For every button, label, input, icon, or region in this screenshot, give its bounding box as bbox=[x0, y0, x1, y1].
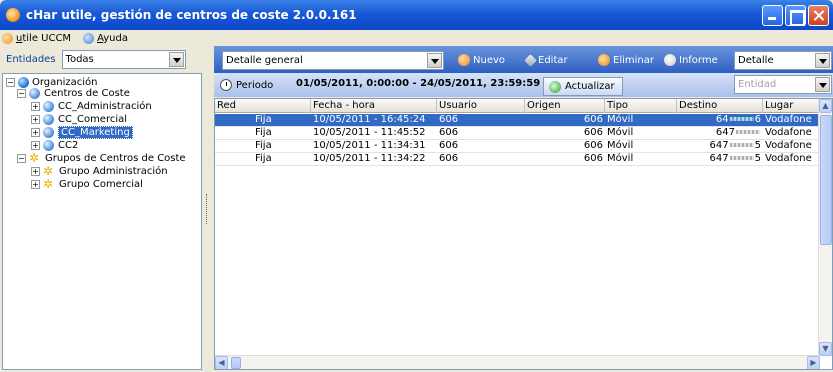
scroll-down-icon[interactable]: ▼ bbox=[819, 342, 832, 356]
entities-filter-select[interactable]: Todas bbox=[61, 50, 186, 69]
panel-splitter[interactable] bbox=[204, 46, 210, 370]
window-controls bbox=[762, 5, 829, 26]
clock-icon bbox=[220, 79, 232, 91]
period-range: 01/05/2011, 0:00:00 - 24/05/2011, 23:59:… bbox=[296, 78, 541, 89]
add-icon bbox=[458, 54, 470, 66]
expand-icon[interactable]: + bbox=[31, 115, 40, 124]
tree-node-cc[interactable]: + CC2 bbox=[31, 140, 78, 151]
collapse-icon[interactable]: − bbox=[6, 78, 15, 87]
maximize-button[interactable] bbox=[785, 5, 806, 26]
tree-node-cc[interactable]: + CC_Administración bbox=[31, 101, 152, 112]
tree-node-cost-centers[interactable]: − Centros de Coste bbox=[17, 88, 130, 99]
chevron-down-icon[interactable] bbox=[815, 53, 830, 68]
table-row[interactable]: Fija 10/05/2011 - 11:34:22 606 606 Móvil… bbox=[215, 153, 820, 166]
delete-button[interactable]: Eliminar bbox=[598, 51, 654, 69]
entity-select[interactable]: Entidad bbox=[734, 75, 832, 94]
delete-icon bbox=[598, 54, 610, 66]
pencil-icon bbox=[524, 53, 537, 67]
table-row[interactable]: Fija 10/05/2011 - 16:45:24 606 606 Móvil… bbox=[215, 114, 820, 127]
scroll-thumb[interactable] bbox=[820, 115, 832, 245]
redacted-mark bbox=[729, 117, 754, 121]
collapse-icon[interactable]: − bbox=[17, 154, 26, 163]
refresh-icon bbox=[549, 80, 561, 93]
minimize-button[interactable] bbox=[762, 5, 783, 26]
help-icon bbox=[83, 32, 95, 44]
expand-icon[interactable]: + bbox=[31, 180, 40, 189]
report-icon bbox=[664, 54, 676, 66]
app-icon bbox=[6, 8, 20, 22]
redacted-mark bbox=[729, 156, 754, 160]
expand-icon[interactable]: + bbox=[31, 167, 40, 176]
menu-utile[interactable]: utile UCCM bbox=[2, 32, 71, 44]
tree-node-cc-selected[interactable]: + CC_Marketing bbox=[31, 126, 133, 139]
collapse-icon[interactable]: − bbox=[17, 89, 26, 98]
column-header-fecha[interactable]: Fecha - hora bbox=[311, 99, 437, 113]
edit-button[interactable]: Editar bbox=[524, 51, 568, 69]
period-bar: Periodo 01/05/2011, 0:00:00 - 24/05/2011… bbox=[214, 73, 833, 97]
period-button[interactable]: Periodo bbox=[220, 76, 273, 94]
scroll-up-icon[interactable]: ▲ bbox=[819, 99, 832, 113]
tree-node-cc[interactable]: + CC_Comercial bbox=[31, 114, 127, 125]
redacted-mark bbox=[736, 130, 760, 134]
column-header-tipo[interactable]: Tipo bbox=[605, 99, 677, 113]
entities-label: Entidades bbox=[6, 54, 56, 65]
orange-orb-icon bbox=[2, 32, 13, 44]
tree-node-group[interactable]: + ✲ Grupo Administración bbox=[31, 164, 168, 178]
blue-orb-icon bbox=[43, 101, 54, 112]
table-row[interactable]: Fija 10/05/2011 - 11:34:31 606 606 Móvil… bbox=[215, 140, 820, 153]
expand-icon[interactable]: + bbox=[31, 102, 40, 111]
column-header-destino[interactable]: Destino bbox=[677, 99, 763, 113]
main-toolbar: Detalle general Nuevo Editar Eliminar In… bbox=[214, 46, 833, 73]
scroll-right-icon[interactable]: ▶ bbox=[807, 356, 820, 369]
entity-filter-bar: Entidades Todas bbox=[0, 46, 202, 73]
scroll-left-icon[interactable]: ◀ bbox=[215, 356, 228, 369]
refresh-button[interactable]: Actualizar bbox=[543, 77, 623, 96]
detail-select[interactable]: Detalle bbox=[734, 51, 832, 70]
title-bar[interactable]: cHar utile, gestión de centros de coste … bbox=[0, 0, 833, 30]
splitter-grip[interactable] bbox=[206, 194, 208, 224]
redacted-mark bbox=[729, 143, 754, 147]
expand-icon[interactable]: + bbox=[31, 141, 40, 150]
tree-node-groups[interactable]: − ✲ Grupos de Centros de Coste bbox=[17, 151, 186, 165]
blue-orb-icon bbox=[43, 114, 54, 125]
scroll-thumb[interactable] bbox=[231, 357, 241, 369]
star-icon: ✲ bbox=[43, 177, 54, 191]
chevron-down-icon[interactable] bbox=[815, 77, 830, 92]
star-icon: ✲ bbox=[29, 151, 40, 165]
chevron-down-icon[interactable] bbox=[427, 53, 442, 68]
calls-grid[interactable]: Red Fecha - hora Usuario Origen Tipo Des… bbox=[214, 98, 833, 370]
menu-ayuda[interactable]: Ayuda bbox=[83, 32, 128, 44]
blue-orb-icon bbox=[29, 88, 40, 99]
window-title: cHar utile, gestión de centros de coste … bbox=[26, 8, 357, 22]
table-row[interactable]: Fija 10/05/2011 - 11:45:52 606 606 Móvil… bbox=[215, 127, 820, 140]
report-button[interactable]: Informe bbox=[664, 51, 718, 69]
blue-orb-icon bbox=[43, 140, 54, 151]
expand-icon[interactable]: + bbox=[31, 128, 40, 137]
view-select[interactable]: Detalle general bbox=[222, 51, 444, 70]
globe-icon bbox=[18, 77, 29, 88]
chevron-down-icon[interactable] bbox=[168, 52, 184, 67]
grid-header: Red Fecha - hora Usuario Origen Tipo Des… bbox=[215, 99, 820, 113]
column-header-red[interactable]: Red bbox=[215, 99, 311, 113]
column-header-origen[interactable]: Origen bbox=[525, 99, 605, 113]
horizontal-scrollbar[interactable]: ◀ ▶ bbox=[215, 355, 820, 369]
blue-orb-icon bbox=[43, 127, 54, 138]
tree-node-root[interactable]: − Organización bbox=[6, 77, 98, 88]
column-header-usuario[interactable]: Usuario bbox=[437, 99, 525, 113]
star-icon: ✲ bbox=[43, 164, 54, 178]
close-button[interactable] bbox=[808, 5, 829, 26]
column-header-lugar[interactable]: Lugar bbox=[763, 99, 820, 113]
new-button[interactable]: Nuevo bbox=[458, 51, 505, 69]
vertical-scrollbar[interactable]: ▲ ▼ bbox=[818, 99, 832, 356]
tree-node-group[interactable]: + ✲ Grupo Comercial bbox=[31, 177, 143, 191]
organization-tree[interactable]: − Organización − Centros de Coste + CC_A… bbox=[2, 73, 202, 370]
menu-bar: utile UCCM Ayuda bbox=[0, 30, 833, 46]
